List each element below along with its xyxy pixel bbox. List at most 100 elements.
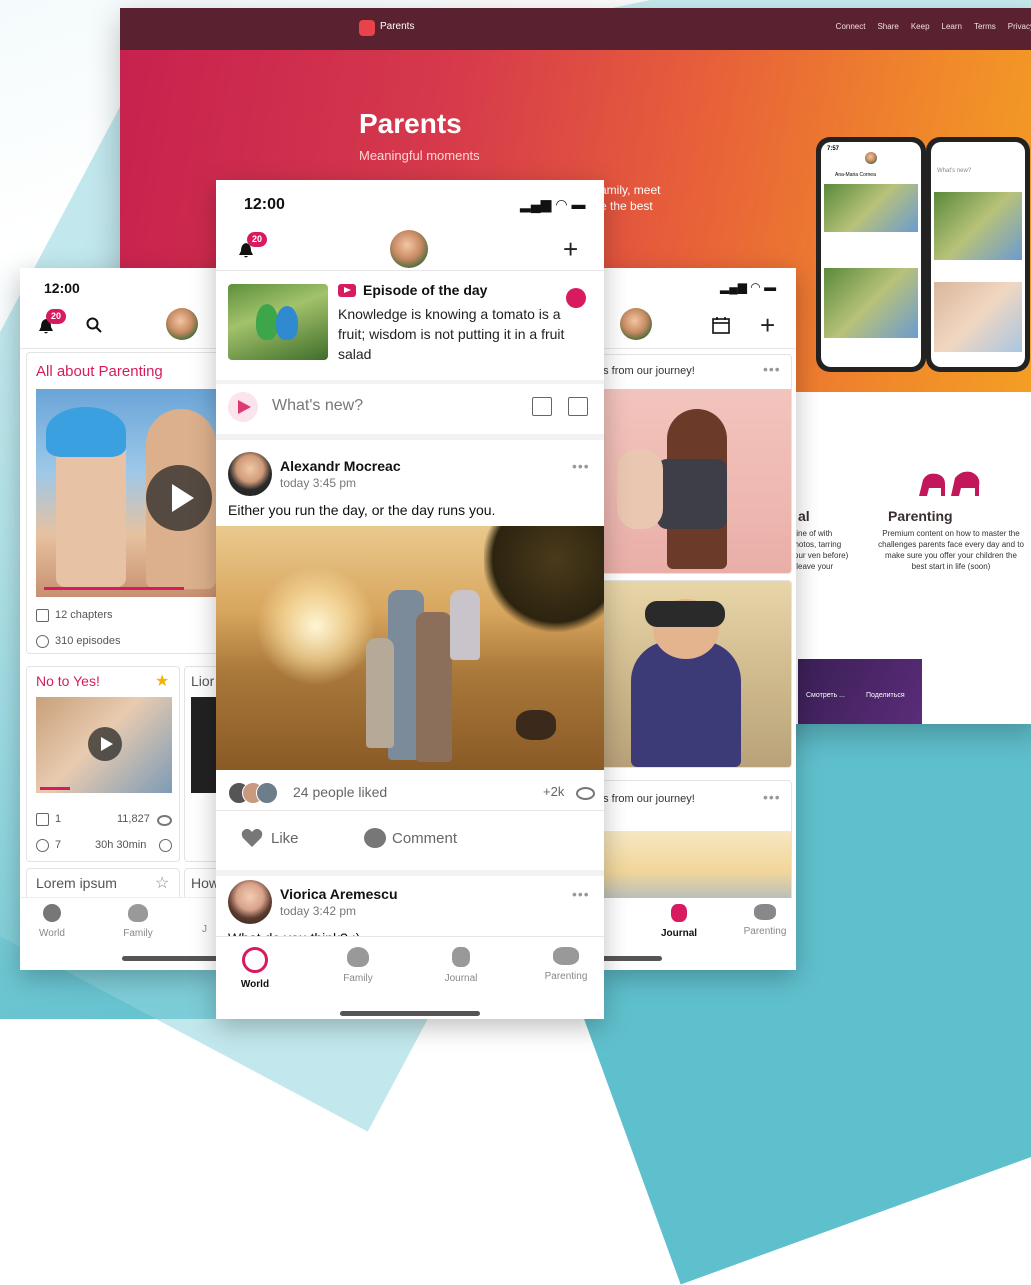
tab-family[interactable]: Family: [333, 947, 383, 984]
comment-icon[interactable]: [364, 828, 386, 848]
post-title: os from our journey!: [600, 365, 695, 377]
status-icons: ▂▄▆ ◠ ▬: [720, 280, 777, 294]
duration: 30h 30min: [95, 839, 147, 851]
tree-silhouette: [484, 526, 604, 636]
post-author[interactable]: Alexandr Mocreac: [280, 458, 401, 474]
nav-link-learn[interactable]: Learn: [942, 22, 962, 31]
image-icon[interactable]: [568, 397, 588, 416]
episodes-icon: [36, 839, 49, 852]
film-icon[interactable]: [532, 397, 552, 416]
tab-label: Journal: [444, 973, 478, 984]
status-icons: ▂▄▆ ◠ ▬: [520, 196, 586, 212]
avatar: [865, 152, 877, 164]
compose-input[interactable]: What's new?: [272, 397, 363, 415]
comment-button[interactable]: Comment: [392, 830, 457, 847]
journal-post[interactable]: os from our journey! •••: [600, 780, 792, 912]
mini-post-photo: [934, 192, 1022, 260]
more-icon[interactable]: •••: [572, 458, 590, 474]
photo-person: [416, 612, 452, 762]
user-avatar[interactable]: [390, 230, 428, 268]
nav-link-terms[interactable]: Terms: [974, 22, 996, 31]
card-title: Lorem ipsum: [36, 875, 117, 891]
likes-count[interactable]: 24 people liked: [293, 784, 387, 800]
heart-icon: [128, 904, 148, 922]
heart-icon: [347, 947, 369, 967]
plus-icon[interactable]: +: [760, 312, 775, 338]
post-photo[interactable]: [216, 526, 604, 770]
card-title: How: [191, 875, 220, 891]
video-share-label[interactable]: Поделиться: [866, 692, 905, 699]
bird-figure: [276, 306, 298, 340]
nav-link-share[interactable]: Share: [877, 22, 898, 31]
alarm-icon[interactable]: [566, 288, 586, 308]
post-photo[interactable]: [600, 389, 791, 573]
status-time: 12:00: [244, 196, 285, 213]
notification-badge: 20: [46, 309, 66, 324]
parents-logo-icon[interactable]: [359, 20, 375, 36]
course-video[interactable]: [36, 697, 172, 793]
tab-journal[interactable]: Journal: [436, 947, 486, 984]
home-indicator: [600, 956, 662, 961]
hero-title: Parents: [359, 108, 462, 139]
views-count: 11,827: [117, 813, 150, 825]
tab-world[interactable]: World: [30, 904, 74, 939]
episode-text: Knowledge is knowing a tomato is a fruit…: [338, 306, 565, 362]
site-brand[interactable]: Parents: [380, 21, 414, 32]
tab-label: Family: [123, 928, 153, 939]
tab-label: Journal: [660, 928, 698, 939]
hero-subtitle: Meaningful moments: [359, 148, 480, 163]
search-icon[interactable]: [86, 317, 102, 333]
nav-link-privacy[interactable]: Privacy: [1008, 22, 1031, 31]
play-icon[interactable]: [146, 465, 212, 531]
course-card[interactable]: No to Yes! ★ 1 11,827 7 30h 30min: [26, 666, 180, 862]
author-avatar[interactable]: [228, 880, 272, 924]
nav-link-connect[interactable]: Connect: [836, 22, 866, 31]
video-watch-label[interactable]: Смотреть ...: [806, 692, 845, 699]
tab-parenting[interactable]: Parenting: [740, 904, 790, 937]
views-count: +2k: [543, 784, 565, 799]
like-button[interactable]: Like: [271, 830, 299, 847]
play-icon[interactable]: [88, 727, 122, 761]
tab-label: J: [202, 924, 207, 935]
episodes-count: 7: [55, 839, 62, 851]
tab-bar: World Family J: [20, 897, 220, 970]
episode-thumbnail[interactable]: [228, 284, 328, 360]
nav-link-keep[interactable]: Keep: [911, 22, 930, 31]
more-icon[interactable]: •••: [763, 361, 781, 377]
star-outline-icon[interactable]: ☆: [155, 873, 169, 893]
chapters-count: 12 chapters: [55, 609, 113, 621]
mini-post-author: Ana-Maria Cornea: [835, 172, 876, 178]
video-embed[interactable]: Смотреть ... Поделиться: [798, 659, 922, 724]
star-icon[interactable]: ★: [155, 671, 169, 691]
post-author[interactable]: Viorica Aremescu: [280, 886, 398, 902]
photo-dog: [516, 710, 556, 740]
tab-family[interactable]: Family: [116, 904, 160, 939]
tab-world[interactable]: World: [230, 947, 280, 990]
more-icon[interactable]: •••: [763, 789, 781, 805]
divider: [216, 380, 604, 384]
post-time: today 3:45 pm: [280, 476, 357, 490]
tab-label: Parenting: [743, 926, 787, 937]
author-avatar[interactable]: [228, 452, 272, 496]
tab-parenting[interactable]: Parenting: [536, 947, 596, 982]
eye-icon: [157, 815, 172, 826]
tab-journal[interactable]: Journal: [654, 904, 704, 939]
journal-post[interactable]: os from our journey! •••: [600, 354, 792, 574]
journal-post[interactable]: •••: [600, 580, 792, 768]
course-card[interactable]: Lior: [184, 666, 220, 862]
more-icon[interactable]: •••: [572, 886, 590, 902]
user-avatar[interactable]: [166, 308, 198, 340]
heart-icon[interactable]: [241, 828, 263, 848]
course-video[interactable]: [36, 389, 220, 597]
post-photo[interactable]: [600, 581, 791, 767]
send-icon[interactable]: [228, 392, 258, 422]
liked-avatars[interactable]: [228, 782, 288, 804]
clock-icon: [159, 839, 172, 852]
calendar-icon[interactable]: [712, 316, 730, 334]
parenting-course-card[interactable]: All about Parenting 12 chapters 310 epis…: [26, 352, 220, 654]
plus-icon[interactable]: +: [563, 236, 578, 262]
mini-post-photo: [824, 268, 918, 338]
user-avatar[interactable]: [620, 308, 652, 340]
home-indicator: [340, 1011, 480, 1016]
episode-title[interactable]: Episode of the day: [363, 282, 487, 298]
